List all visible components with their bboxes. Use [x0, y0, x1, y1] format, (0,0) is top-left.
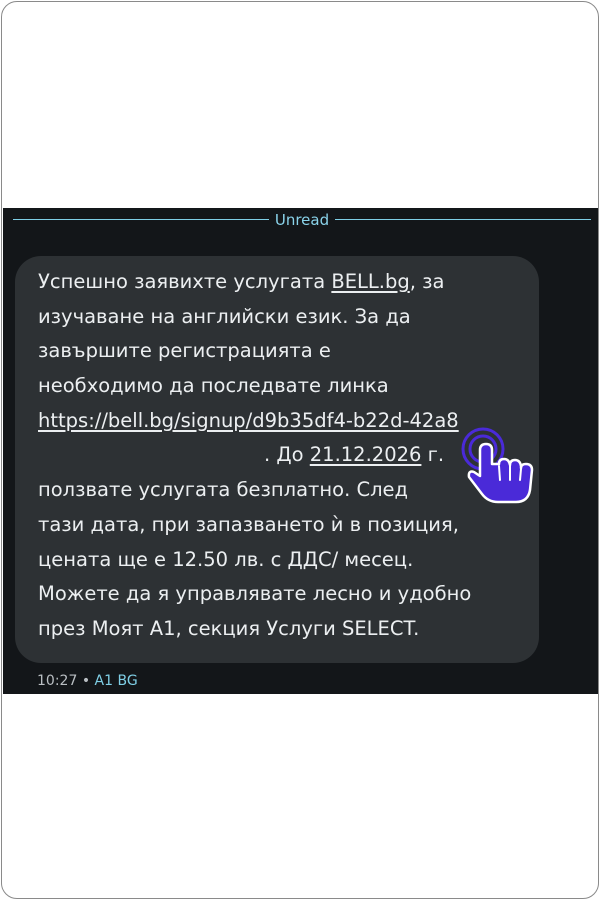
sender-name: A1 BG [94, 673, 138, 689]
screenshot-frame: Unread Успешно заявихте услугата BELL.bg… [1, 1, 599, 899]
message-text-segment: Успешно заявихте услугата [38, 270, 332, 293]
message-line: Успешно заявихте услугата BELL.bg, за [38, 265, 538, 300]
message-line: необходимо да последвате линка [38, 374, 389, 398]
meta-separator: • [81, 673, 91, 689]
message-text-segment: . До [264, 443, 310, 467]
message-text-segment: , за [409, 270, 445, 293]
message-line: изучаване на английски език. За да [38, 304, 411, 328]
message-text-segment: г. [421, 443, 445, 467]
message-line: Можете да я управлявате лесно и удобно [38, 582, 472, 606]
message-line: завършите регистрацията е [38, 339, 331, 363]
bell-link[interactable]: BELL.bg [331, 270, 409, 293]
message-line: цената ще е 12.50 лв. с ДДС/ месец. [38, 547, 414, 571]
message-line: тази дата, при запазването ѝ в позиция, [38, 512, 459, 536]
unread-label: Unread [274, 211, 330, 229]
date-link[interactable]: 21.12.2026 [310, 443, 422, 466]
unread-divider: Unread [3, 210, 598, 230]
tap-hand-icon [461, 427, 534, 504]
message-line: през Моят А1, секция Услуги SELECT. [38, 616, 420, 640]
message-meta: 10:27 • A1 BG [37, 672, 138, 690]
unread-divider-line-left [13, 219, 269, 220]
unread-divider-line-right [335, 219, 591, 220]
message-time: 10:27 [37, 673, 78, 689]
signup-link[interactable]: https://bell.bg/signup/d9b35df4-b22d-42a… [38, 409, 459, 432]
